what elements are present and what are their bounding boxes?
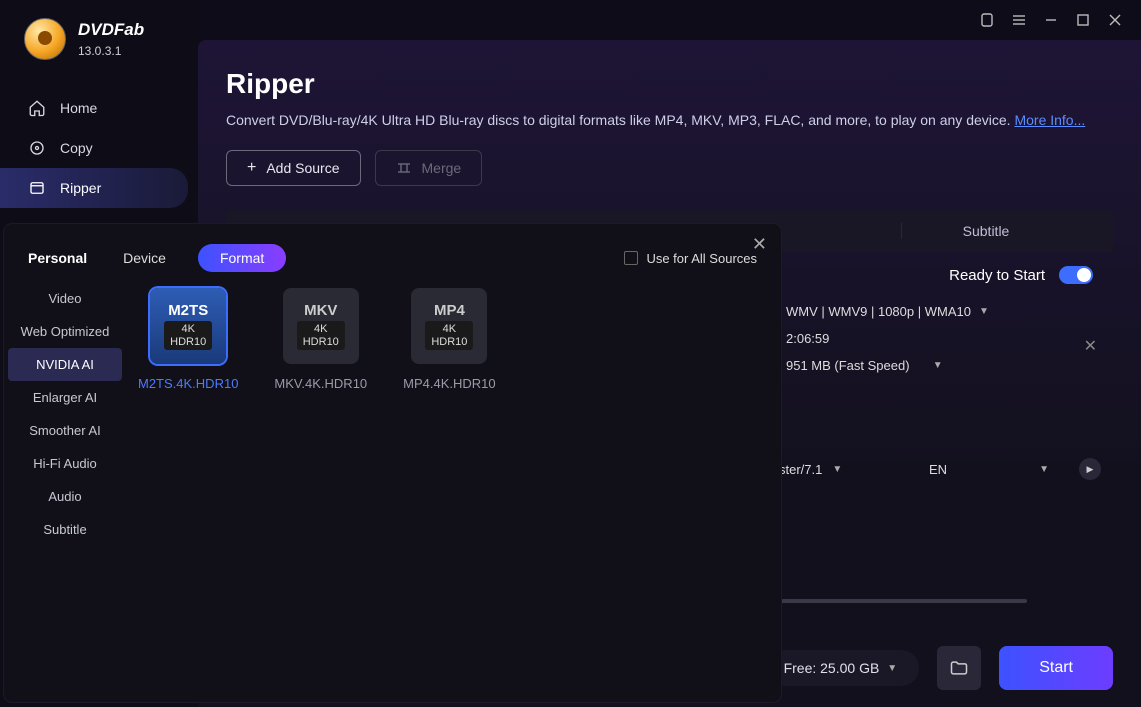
format-tile-icon: M2TS 4KHDR10: [150, 288, 226, 364]
checkbox-icon[interactable]: [624, 251, 638, 265]
merge-icon: [396, 160, 412, 176]
menu-icon[interactable]: [1011, 12, 1027, 28]
remove-item-icon[interactable]: ✕: [1084, 336, 1097, 356]
cat-video[interactable]: Video: [8, 282, 122, 315]
progress-bar: [777, 599, 1027, 603]
logo-badge-icon: [24, 18, 66, 60]
format-label: MP4.4K.HDR10: [403, 376, 495, 391]
play-icon[interactable]: ▶: [1079, 458, 1101, 480]
ready-label: Ready to Start: [949, 267, 1045, 284]
cat-subtitle[interactable]: Subtitle: [8, 513, 122, 546]
format-select[interactable]: WMV | WMV9 | 1080p | WMA10▼: [786, 298, 1093, 325]
format-label: MKV.4K.HDR10: [274, 376, 367, 391]
format-modal: ✕ Personal Device Format Use for All Sou…: [4, 224, 781, 702]
ready-toggle[interactable]: [1059, 266, 1093, 284]
theme-icon[interactable]: [979, 12, 995, 28]
format-tile-icon: MP4 4KHDR10: [411, 288, 487, 364]
close-icon[interactable]: [1107, 12, 1123, 28]
page-title: Ripper: [226, 68, 1113, 100]
tab-format[interactable]: Format: [198, 244, 286, 272]
copy-icon: [28, 139, 46, 157]
cat-web-optimized[interactable]: Web Optimized: [8, 315, 122, 348]
th-subtitle: Subtitle: [901, 223, 1070, 239]
lang-select[interactable]: EN▼: [929, 462, 1049, 477]
audio-select[interactable]: ster/7.1▼: [779, 462, 899, 477]
nav-item-copy[interactable]: Copy: [0, 128, 188, 168]
format-grid: M2TS 4KHDR10 M2TS.4K.HDR10 MKV 4KHDR10 M…: [126, 282, 502, 546]
nav-label: Ripper: [60, 180, 101, 196]
minimize-icon[interactable]: [1043, 12, 1059, 28]
cat-enlarger-ai[interactable]: Enlarger AI: [8, 381, 122, 414]
use-all-sources[interactable]: Use for All Sources: [624, 251, 757, 266]
page-description: Convert DVD/Blu-ray/4K Ultra HD Blu-ray …: [226, 112, 1113, 128]
modal-close-icon[interactable]: ✕: [752, 234, 767, 255]
chevron-down-icon: ▼: [1039, 464, 1049, 475]
nav-label: Home: [60, 100, 97, 116]
chevron-down-icon: ▼: [832, 464, 842, 475]
tab-device[interactable]: Device: [119, 244, 170, 272]
add-source-button[interactable]: + Add Source: [226, 150, 361, 186]
output-folder-button[interactable]: [937, 646, 981, 690]
ripper-icon: [28, 179, 46, 197]
category-list: Video Web Optimized NVIDIA AI Enlarger A…: [4, 282, 126, 546]
modal-tabs: Personal Device Format Use for All Sourc…: [4, 224, 781, 282]
nav-item-home[interactable]: Home: [0, 88, 188, 128]
cat-smoother-ai[interactable]: Smoother AI: [8, 414, 122, 447]
cat-hifi-audio[interactable]: Hi-Fi Audio: [8, 447, 122, 480]
nav-label: Copy: [60, 140, 93, 156]
chevron-down-icon: ▼: [979, 306, 989, 317]
more-info-link[interactable]: More Info...: [1014, 112, 1085, 128]
chevron-down-icon: ▼: [887, 663, 897, 674]
plus-icon: +: [247, 160, 256, 176]
folder-icon: [949, 658, 969, 678]
home-icon: [28, 99, 46, 117]
format-label: M2TS.4K.HDR10: [138, 376, 238, 391]
maximize-icon[interactable]: [1075, 12, 1091, 28]
tab-personal[interactable]: Personal: [24, 244, 91, 272]
format-mkv[interactable]: MKV 4KHDR10 MKV.4K.HDR10: [274, 288, 367, 546]
app-version: 13.0.3.1: [78, 44, 144, 58]
audio-row: ster/7.1▼ EN▼ ▶: [779, 458, 1101, 480]
cat-nvidia-ai[interactable]: NVIDIA AI: [8, 348, 122, 381]
app-logo: DVDFab 13.0.3.1: [0, 0, 198, 70]
format-tile-icon: MKV 4KHDR10: [283, 288, 359, 364]
nav-list: Home Copy Ripper: [0, 88, 198, 208]
cat-audio[interactable]: Audio: [8, 480, 122, 513]
app-name: DVDFab: [78, 20, 144, 40]
format-m2ts[interactable]: M2TS 4KHDR10 M2TS.4K.HDR10: [138, 288, 238, 546]
size-select[interactable]: 951 MB (Fast Speed) ▼: [786, 352, 1093, 379]
free-space-chip[interactable]: Free: 25.00 GB ▼: [762, 650, 920, 686]
chevron-down-icon: ▼: [933, 360, 943, 371]
nav-item-ripper[interactable]: Ripper: [0, 168, 188, 208]
format-mp4[interactable]: MP4 4KHDR10 MP4.4K.HDR10: [403, 288, 495, 546]
window-controls: [979, 0, 1141, 40]
duration-label: 2:06:59: [786, 325, 1093, 352]
start-button[interactable]: Start: [999, 646, 1113, 690]
merge-button[interactable]: Merge: [375, 150, 483, 186]
